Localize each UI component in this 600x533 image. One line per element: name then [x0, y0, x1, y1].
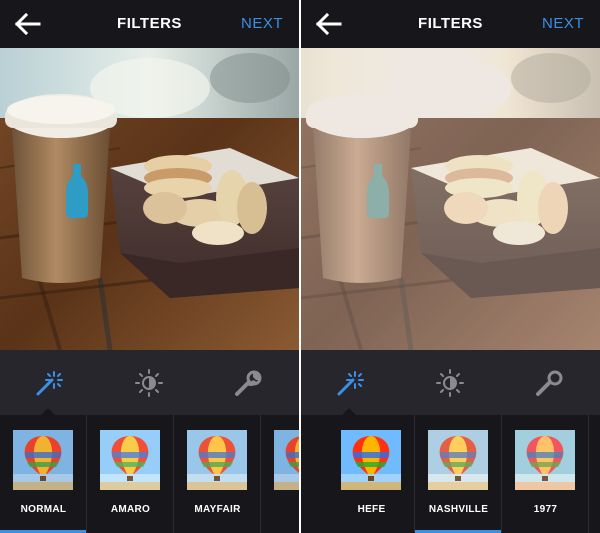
filter-label: HEFE: [357, 504, 386, 515]
filter-mayfair[interactable]: MAYFAIR: [174, 415, 261, 533]
filter-label: MAYFAIR: [194, 504, 241, 515]
next-button[interactable]: NEXT: [542, 15, 584, 32]
filter-strip: HEFE NASHVILLE 1977: [301, 415, 600, 533]
comparison-canvas: FILTERS NEXT NORMAL AMARO MAYFAIR FILTER…: [0, 0, 600, 533]
brightness-icon[interactable]: [134, 368, 164, 398]
brightness-icon[interactable]: [435, 368, 465, 398]
divider: [588, 415, 589, 533]
filter-thumbnail: [428, 430, 488, 490]
filter-label: NORMAL: [20, 504, 67, 515]
edit-tools-bar: [301, 350, 600, 415]
magic-wand-icon[interactable]: [34, 368, 64, 398]
filter-thumbnail: [13, 430, 73, 490]
filter-label: NASHVILLE: [428, 504, 489, 515]
filter-1977[interactable]: 1977: [502, 415, 589, 533]
magic-wand-icon[interactable]: [335, 368, 365, 398]
selected-tool-pointer: [342, 408, 356, 415]
filter-hefe[interactable]: HEFE: [328, 415, 415, 533]
selected-tool-pointer: [41, 408, 55, 415]
filter-thumbnail: [187, 430, 247, 490]
filters-screen-normal: FILTERS NEXT NORMAL AMARO MAYFAIR: [0, 0, 299, 533]
filter-partial[interactable]: N: [261, 415, 299, 533]
edit-tools-bar: [0, 350, 299, 415]
filter-strip: NORMAL AMARO MAYFAIR N: [0, 415, 299, 533]
filter-label: N: [261, 504, 299, 515]
filter-amaro[interactable]: AMARO: [87, 415, 174, 533]
filter-normal[interactable]: NORMAL: [0, 415, 87, 533]
top-bar: FILTERS NEXT: [301, 0, 600, 48]
photo-preview: [301, 48, 600, 350]
photo-preview: [0, 48, 299, 350]
wrench-icon[interactable]: [534, 368, 564, 398]
filter-thumbnail: [341, 430, 401, 490]
filters-screen-nashville: FILTERS NEXT HEFE NASHVILLE 1977: [301, 0, 600, 533]
filter-thumbnail: [100, 430, 160, 490]
filter-thumbnail: [274, 430, 299, 490]
filter-label: 1977: [533, 504, 558, 515]
filter-tint: [301, 48, 600, 350]
next-button[interactable]: NEXT: [241, 15, 283, 32]
filter-label: AMARO: [110, 504, 151, 515]
filter-thumbnail: [515, 430, 575, 490]
wrench-icon[interactable]: [233, 368, 263, 398]
top-bar: FILTERS NEXT: [0, 0, 299, 48]
filter-nashville[interactable]: NASHVILLE: [415, 415, 502, 533]
